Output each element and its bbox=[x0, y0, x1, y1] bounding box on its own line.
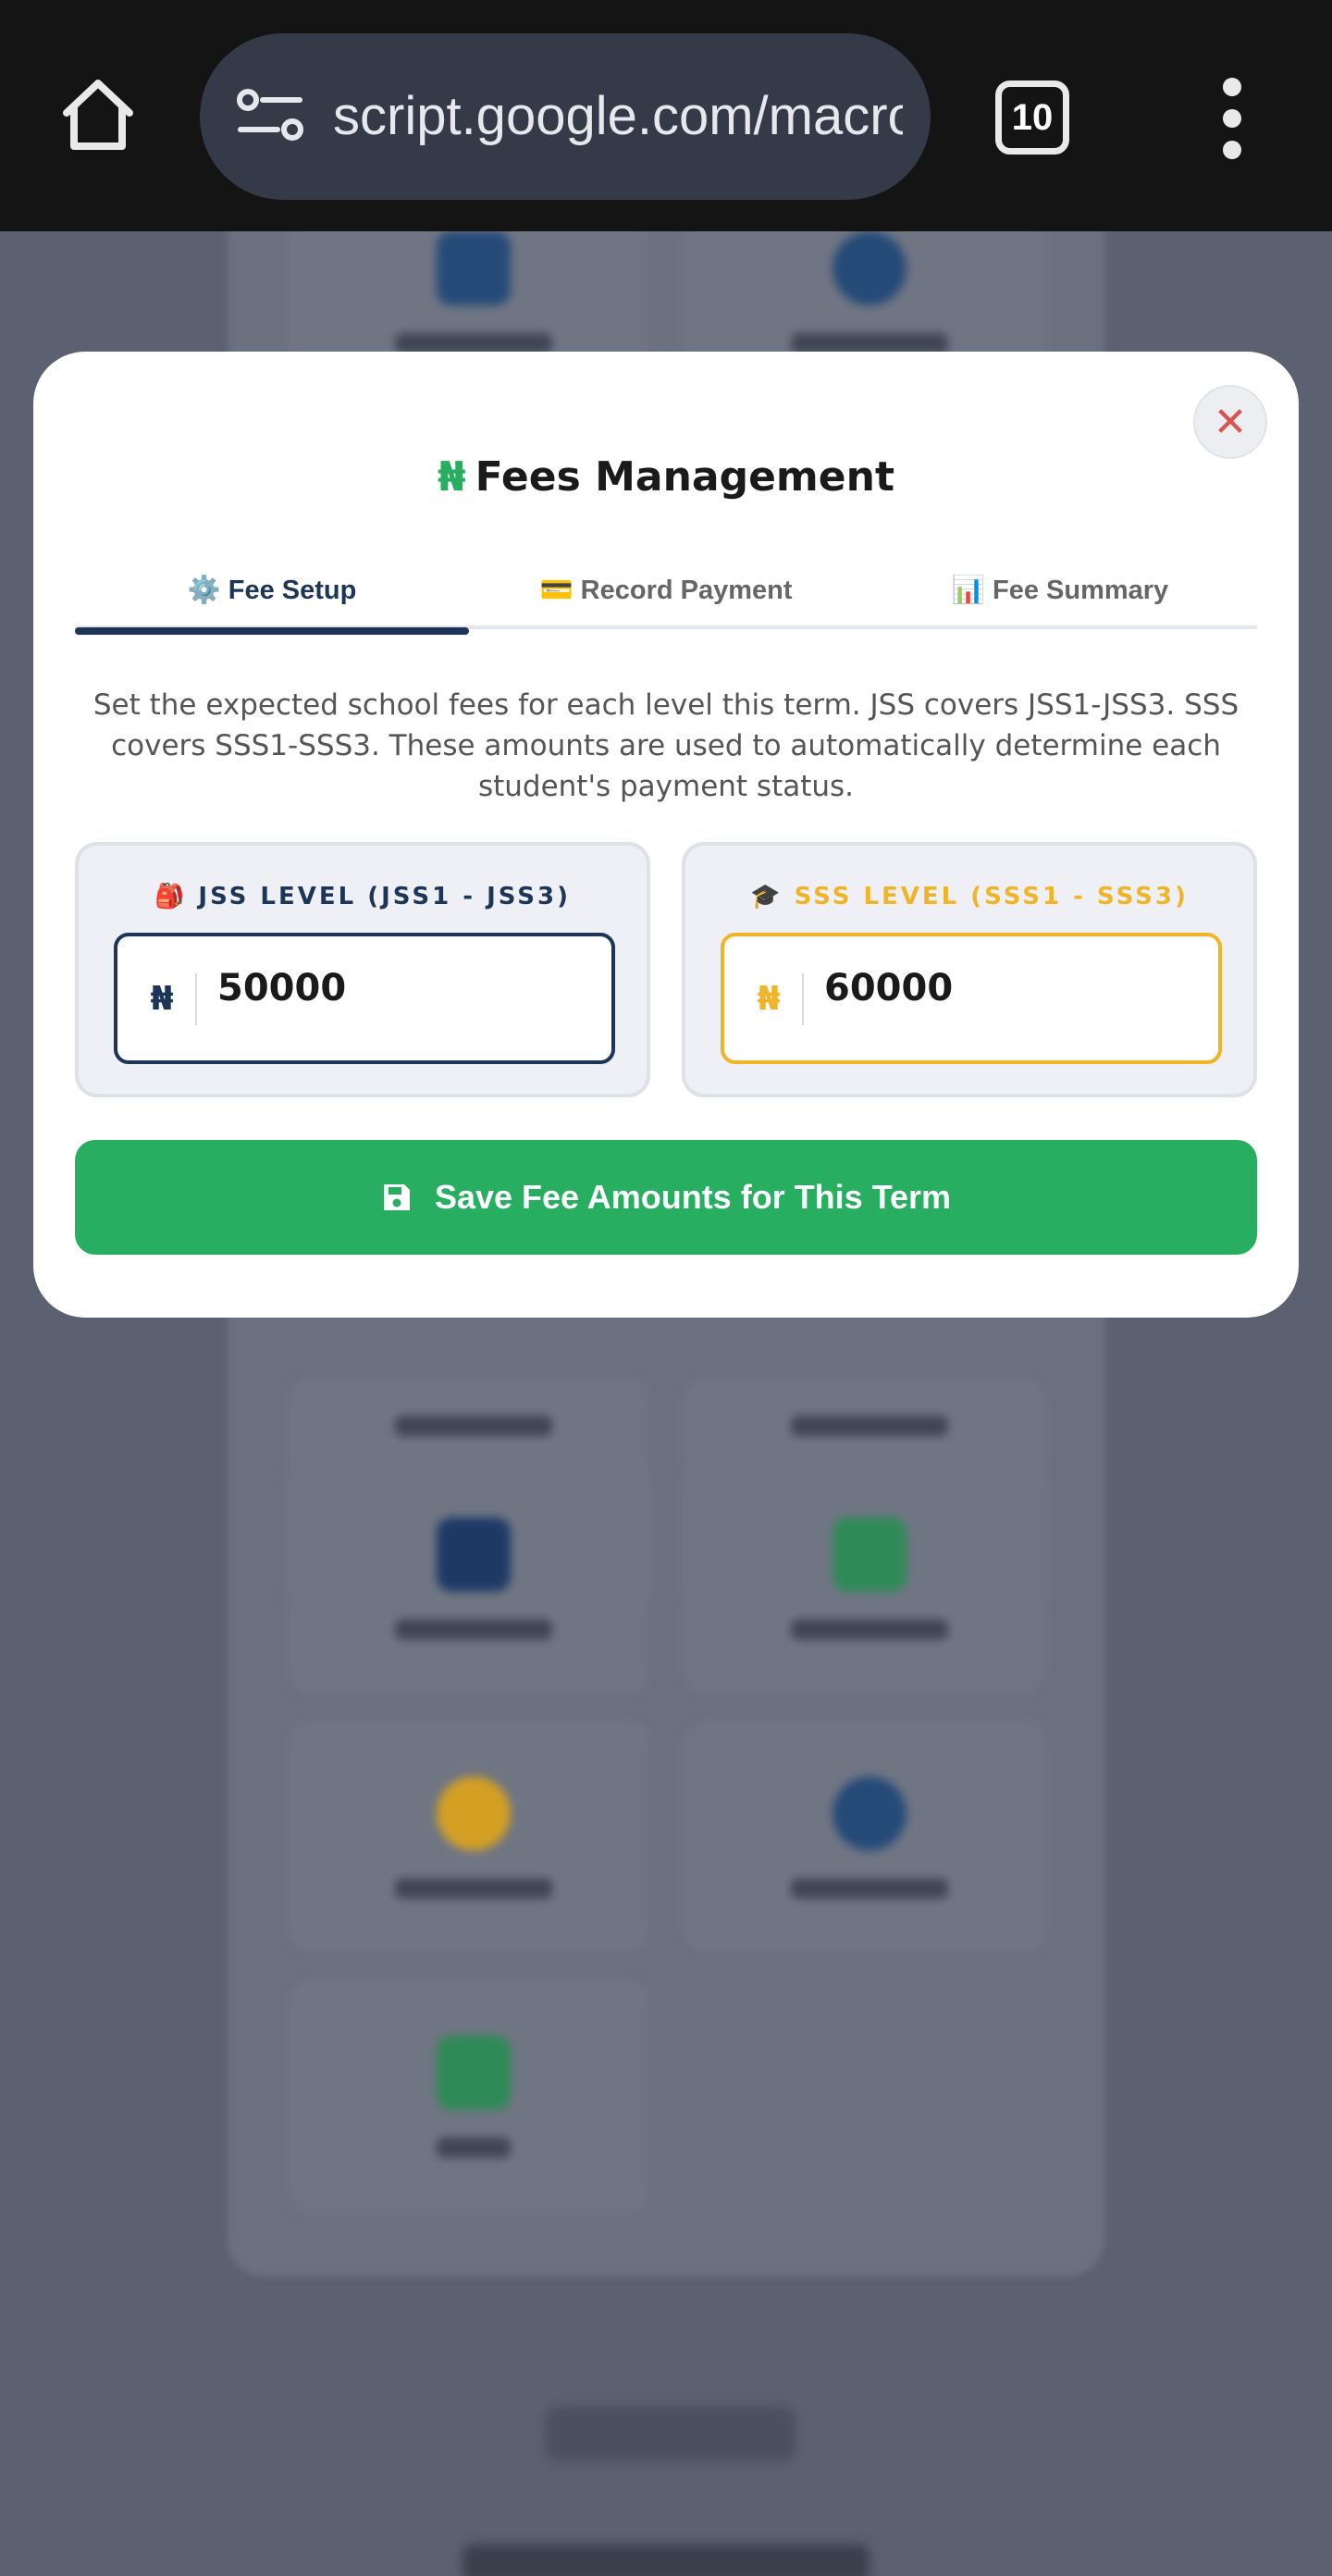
close-button[interactable]: ✕ bbox=[1193, 385, 1267, 459]
naira-icon: ₦ bbox=[438, 453, 466, 501]
jss-level-label: 🎒 JSS LEVEL (JSS1 - JSS3) bbox=[154, 883, 572, 910]
sss-level-label: 🎓 SSS LEVEL (SSS1 - SSS3) bbox=[750, 883, 1189, 910]
divider bbox=[195, 973, 197, 1025]
background-footer-text bbox=[462, 2545, 870, 2576]
background-tile bbox=[289, 1721, 649, 1952]
background-tile bbox=[289, 1980, 649, 2211]
sss-fee-field[interactable]: ₦ bbox=[721, 933, 1222, 1064]
sss-fee-input[interactable] bbox=[824, 960, 1194, 1016]
background-footer-logo bbox=[546, 2406, 796, 2461]
jss-fee-card: 🎒 JSS LEVEL (JSS1 - JSS3) ₦ bbox=[75, 842, 650, 1097]
background-tile bbox=[684, 1462, 1045, 1693]
modal-title: ₦ Fees Management bbox=[33, 453, 1299, 518]
save-fee-amounts-button[interactable]: Save Fee Amounts for This Term bbox=[75, 1140, 1257, 1255]
sss-fee-card: 🎓 SSS LEVEL (SSS1 - SSS3) ₦ bbox=[682, 842, 1257, 1097]
tab-fee-summary[interactable]: 📊 Fee Summary bbox=[863, 564, 1257, 629]
tab-bar: ⚙️ Fee Setup 💳 Record Payment 📊 Fee Summ… bbox=[75, 564, 1257, 635]
background-tile bbox=[289, 1462, 649, 1693]
save-button-label: Save Fee Amounts for This Term bbox=[434, 1178, 952, 1216]
background-tile bbox=[684, 1721, 1045, 1952]
tab-fee-setup[interactable]: ⚙️ Fee Setup bbox=[75, 564, 469, 635]
url-text[interactable]: script.google.com/macros bbox=[333, 70, 903, 163]
save-icon bbox=[383, 1184, 410, 1210]
jss-fee-input[interactable] bbox=[217, 960, 587, 1016]
overflow-menu-icon[interactable] bbox=[1208, 78, 1256, 161]
home-icon[interactable] bbox=[57, 74, 139, 155]
modal-title-text: Fees Management bbox=[475, 453, 894, 501]
jss-fee-field[interactable]: ₦ bbox=[114, 933, 615, 1064]
tab-record-payment[interactable]: 💳 Record Payment bbox=[469, 564, 863, 629]
tab-switcher-button[interactable]: 10 bbox=[995, 80, 1069, 155]
address-bar[interactable]: script.google.com/macros bbox=[200, 33, 931, 200]
divider bbox=[802, 973, 804, 1025]
site-settings-icon[interactable] bbox=[235, 87, 309, 146]
naira-icon: ₦ bbox=[757, 980, 781, 1018]
fees-management-modal: ✕ ₦ Fees Management ⚙️ Fee Setup 💳 Record… bbox=[33, 352, 1299, 1318]
naira-icon: ₦ bbox=[150, 980, 174, 1018]
fee-setup-description: Set the expected school fees for each le… bbox=[92, 688, 1240, 803]
browser-toolbar: script.google.com/macros 10 bbox=[0, 0, 1332, 231]
